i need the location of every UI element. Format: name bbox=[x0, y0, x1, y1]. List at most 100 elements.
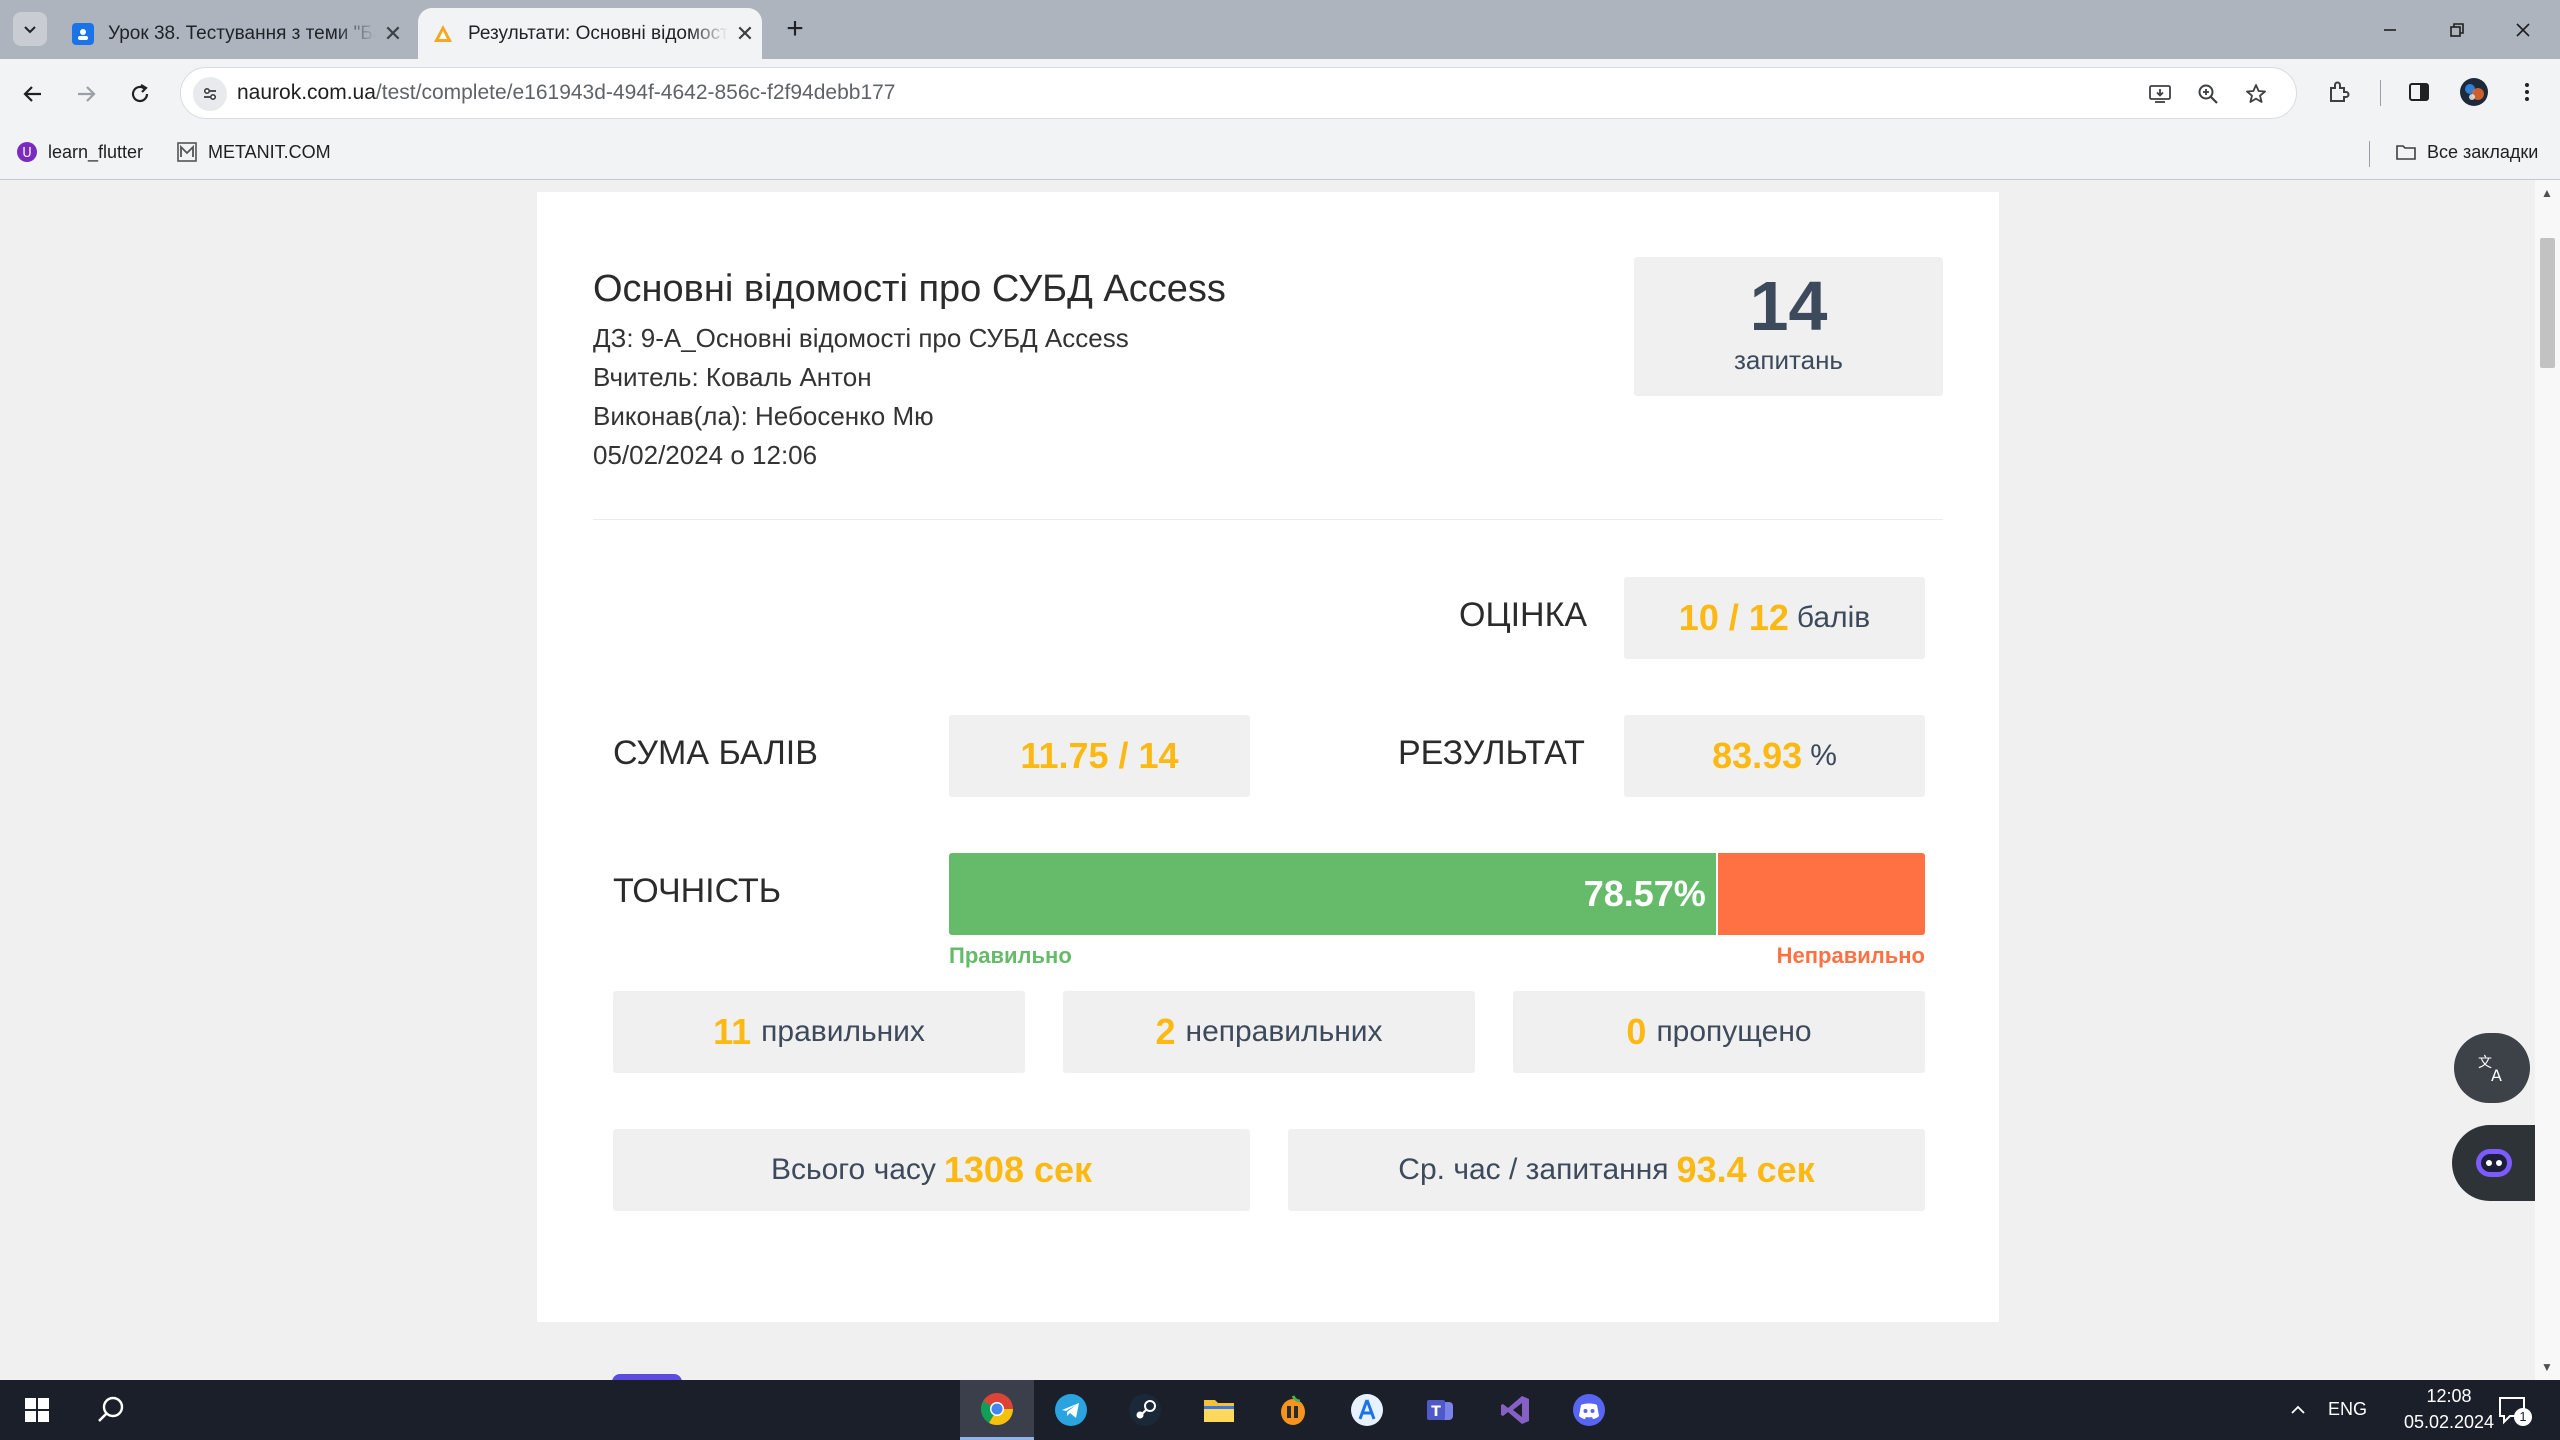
sum-label: СУМА БАЛІВ bbox=[613, 734, 818, 772]
taskbar-visual-studio[interactable] bbox=[1478, 1380, 1552, 1440]
browser-toolbar: naurok.com.ua/test/complete/e161943d-494… bbox=[0, 59, 2560, 129]
translate-icon: 文A bbox=[2478, 1055, 2502, 1085]
start-button[interactable] bbox=[0, 1380, 74, 1440]
forward-button[interactable] bbox=[68, 76, 104, 112]
extensions-icon[interactable] bbox=[2322, 75, 2356, 109]
all-bookmarks-button[interactable]: Все закладки bbox=[2395, 141, 2538, 163]
taskbar-teams[interactable]: T bbox=[1404, 1380, 1478, 1440]
sum-value: 11.75 / 14 bbox=[1020, 735, 1179, 776]
visual-studio-icon bbox=[1501, 1396, 1529, 1424]
bookmark-label: learn_flutter bbox=[48, 141, 144, 162]
url-text[interactable]: naurok.com.ua/test/complete/e161943d-494… bbox=[237, 81, 895, 105]
close-icon[interactable]: ✕ bbox=[728, 21, 762, 47]
windows-logo-icon bbox=[25, 1398, 49, 1422]
avg-time-box: Ср. час / запитання 93.4 сек bbox=[1288, 1129, 1925, 1211]
tray-overflow-icon[interactable] bbox=[2288, 1400, 2308, 1425]
correct-count-box: 11 правильних bbox=[613, 991, 1025, 1073]
menu-kebab-icon[interactable] bbox=[2510, 75, 2544, 109]
language-indicator[interactable]: ENG bbox=[2328, 1399, 2367, 1420]
folder-icon bbox=[2395, 141, 2417, 163]
total-time-box: Всього часу 1308 сек bbox=[613, 1129, 1250, 1211]
avg-time-value: 93.4 сек bbox=[1676, 1149, 1815, 1190]
assistant-button[interactable] bbox=[2452, 1125, 2536, 1201]
notifications-button[interactable]: 1 bbox=[2496, 1394, 2532, 1428]
notification-count: 1 bbox=[2514, 1408, 2532, 1426]
incorrect-count: 2 bbox=[1155, 1011, 1176, 1052]
clock-time[interactable]: 12:08 bbox=[2404, 1386, 2494, 1407]
search-button[interactable] bbox=[74, 1380, 148, 1440]
url-path: /test/complete/e161943d-494f-4642-856c-f… bbox=[375, 81, 896, 104]
taskbar-file-explorer[interactable] bbox=[1182, 1380, 1256, 1440]
tab-results[interactable]: Результати: Основні відомості ✕ bbox=[418, 8, 762, 59]
accuracy-incorrect-segment bbox=[1715, 853, 1925, 935]
back-button[interactable] bbox=[15, 76, 51, 112]
svg-text:文: 文 bbox=[2478, 1055, 2492, 1071]
chrome-icon bbox=[981, 1392, 1014, 1425]
tune-icon bbox=[203, 87, 217, 101]
svg-text:U: U bbox=[22, 146, 32, 161]
incorrect-count-box: 2 неправильних bbox=[1063, 991, 1475, 1073]
url-host: naurok.com.ua bbox=[237, 81, 376, 104]
tab-lesson-38[interactable]: Урок 38. Тестування з теми "Ба ✕ bbox=[58, 8, 410, 59]
bookmark-favicon: U bbox=[16, 141, 38, 163]
taskbar-fl-studio[interactable] bbox=[1256, 1380, 1330, 1440]
side-panel-icon[interactable] bbox=[2402, 75, 2436, 109]
scroll-down-icon[interactable]: ▼ bbox=[2541, 1360, 2553, 1374]
result-unit: % bbox=[1810, 739, 1837, 772]
bookmark-label: METANIT.COM bbox=[208, 141, 331, 162]
scrollbar-thumb[interactable] bbox=[2540, 238, 2555, 368]
taskbar-app-store[interactable] bbox=[1330, 1380, 1404, 1440]
scroll-up-icon[interactable]: ▲ bbox=[2541, 186, 2553, 200]
total-time-value: 1308 сек bbox=[943, 1149, 1093, 1190]
assignment-line: ДЗ: 9-А_Основні відомості про СУБД Acces… bbox=[593, 323, 1129, 353]
search-icon bbox=[98, 1396, 124, 1422]
install-app-icon[interactable] bbox=[2147, 81, 2173, 107]
arrow-right-icon bbox=[78, 86, 96, 102]
total-time-label: Всього часу bbox=[770, 1153, 936, 1186]
section-divider bbox=[593, 519, 1943, 520]
correct-count: 11 bbox=[713, 1011, 752, 1052]
bookmark-star-icon[interactable] bbox=[2243, 81, 2269, 107]
minimize-button[interactable] bbox=[2353, 0, 2427, 59]
metanit-icon bbox=[176, 141, 198, 163]
taskbar-chrome[interactable] bbox=[960, 1380, 1034, 1440]
translate-button[interactable]: 文A bbox=[2454, 1033, 2530, 1103]
page-scrollbar[interactable]: ▲ ▼ bbox=[2535, 180, 2560, 1380]
bookmarks-separator bbox=[2369, 141, 2370, 167]
incorrect-word: неправильних bbox=[1185, 1015, 1383, 1048]
restore-button[interactable] bbox=[2420, 0, 2494, 59]
app-store-icon bbox=[1351, 1394, 1383, 1426]
skipped-word: пропущено bbox=[1656, 1015, 1812, 1048]
zoom-icon[interactable] bbox=[2195, 81, 2221, 107]
site-info-button[interactable] bbox=[193, 77, 227, 111]
discord-icon bbox=[1573, 1394, 1605, 1426]
sum-box: 11.75 / 14 bbox=[949, 715, 1250, 797]
close-icon[interactable]: ✕ bbox=[376, 21, 410, 47]
fl-studio-icon bbox=[1281, 1395, 1305, 1425]
tab-search-button[interactable] bbox=[13, 12, 47, 46]
chevron-down-icon bbox=[24, 26, 36, 34]
correct-word: правильних bbox=[761, 1015, 925, 1048]
date-line: 05/02/2024 о 12:06 bbox=[593, 440, 818, 470]
accuracy-percent: 78.57% bbox=[1583, 873, 1706, 914]
student-line: Виконав(ла): Небосенко Мю bbox=[593, 401, 934, 431]
all-bookmarks-label: Все закладки bbox=[2427, 141, 2539, 162]
reload-button[interactable] bbox=[122, 76, 158, 112]
bookmark-learn-flutter[interactable]: U learn_flutter bbox=[16, 141, 143, 163]
avg-time-label: Ср. час / запитання bbox=[1398, 1153, 1669, 1186]
naurok-icon bbox=[432, 23, 454, 45]
new-tab-button[interactable]: + bbox=[778, 12, 812, 46]
arrow-left-icon bbox=[23, 86, 41, 102]
taskbar-discord[interactable] bbox=[1552, 1380, 1626, 1440]
profile-avatar[interactable] bbox=[2457, 75, 2491, 109]
close-window-button[interactable] bbox=[2486, 0, 2560, 59]
taskbar-telegram[interactable] bbox=[1034, 1380, 1108, 1440]
windows-taskbar: T ENG 12:08 05.02.2024 1 bbox=[0, 1380, 2560, 1440]
questions-count: 14 bbox=[1749, 267, 1828, 345]
restore-icon bbox=[2450, 22, 2464, 37]
svg-text:T: T bbox=[1431, 1404, 1441, 1420]
address-bar[interactable]: naurok.com.ua/test/complete/e161943d-494… bbox=[180, 67, 2297, 119]
result-label: РЕЗУЛЬТАТ bbox=[1398, 734, 1585, 772]
bookmark-metanit[interactable]: METANIT.COM bbox=[176, 141, 331, 163]
taskbar-steam[interactable] bbox=[1108, 1380, 1182, 1440]
